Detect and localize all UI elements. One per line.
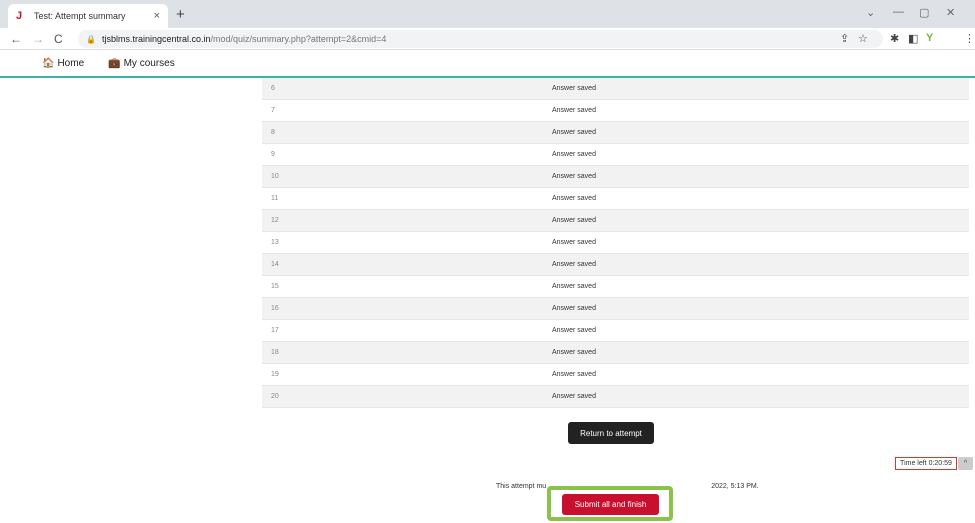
question-number[interactable]: 12	[262, 217, 552, 224]
site-navbar: 🏠 Home 💼 My courses	[0, 50, 975, 78]
table-row: 7 Answer saved	[262, 100, 969, 122]
nav-my-courses-link[interactable]: 💼 My courses	[108, 58, 175, 69]
table-row: 11 Answer saved	[262, 188, 969, 210]
question-status: Answer saved	[552, 305, 596, 312]
maximize-icon[interactable]: ▢	[919, 6, 929, 19]
question-status: Answer saved	[552, 393, 596, 400]
question-number[interactable]: 13	[262, 239, 552, 246]
tab-close-icon[interactable]: ×	[154, 10, 160, 22]
table-row: 6 Answer saved	[262, 78, 969, 100]
site-favicon-icon: J	[16, 10, 23, 22]
url-host: tjsblms.trainingcentral.co.in	[101, 34, 211, 44]
star-icon[interactable]: ☆	[858, 32, 868, 45]
question-number[interactable]: 8	[262, 129, 552, 136]
table-row: 20 Answer saved	[262, 386, 969, 408]
table-row: 8 Answer saved	[262, 122, 969, 144]
question-status: Answer saved	[552, 173, 596, 180]
tab-title: Test: Attempt summary	[34, 11, 126, 21]
forward-arrow-icon[interactable]: →	[32, 32, 44, 46]
extension-y-icon[interactable]: Y	[926, 32, 933, 44]
question-status: Answer saved	[552, 217, 596, 224]
lock-icon: 🔒	[86, 34, 96, 44]
question-status: Answer saved	[552, 261, 596, 268]
table-row: 19 Answer saved	[262, 364, 969, 386]
question-status: Answer saved	[552, 349, 596, 356]
question-number[interactable]: 19	[262, 371, 552, 378]
time-left-badge: Time left 0:20:59	[895, 457, 957, 470]
question-status: Answer saved	[552, 107, 596, 114]
nav-home-label: Home	[57, 57, 85, 69]
table-row: 14 Answer saved	[262, 254, 969, 276]
table-row: 9 Answer saved	[262, 144, 969, 166]
table-row: 18 Answer saved	[262, 342, 969, 364]
minimize-icon[interactable]: —	[893, 6, 904, 18]
question-number[interactable]: 16	[262, 305, 552, 312]
question-status: Answer saved	[552, 327, 596, 334]
question-status: Answer saved	[552, 129, 596, 136]
question-number[interactable]: 10	[262, 173, 552, 180]
briefcase-icon: 💼	[108, 57, 121, 69]
deadline-text-left: This attempt mu	[496, 483, 547, 490]
question-status: Answer saved	[552, 283, 596, 290]
side-panel-icon[interactable]: ◧	[908, 32, 918, 45]
question-number[interactable]: 20	[262, 393, 552, 400]
question-number[interactable]: 7	[262, 107, 552, 114]
browser-menu-icon[interactable]: ⋮	[964, 32, 975, 45]
question-number[interactable]: 11	[262, 195, 552, 202]
address-bar: ← → C 🔒 tjsblms.trainingcentral.co.in/mo…	[0, 28, 975, 50]
new-tab-button[interactable]: +	[176, 6, 185, 23]
nav-home-link[interactable]: 🏠 Home	[42, 58, 84, 69]
table-row: 12 Answer saved	[262, 210, 969, 232]
table-row: 16 Answer saved	[262, 298, 969, 320]
browser-tab-bar: J Test: Attempt summary × + ⌄ — ▢ ✕	[0, 0, 975, 28]
table-row: 13 Answer saved	[262, 232, 969, 254]
home-icon: 🏠	[42, 57, 55, 69]
reload-icon[interactable]: C	[54, 32, 63, 46]
question-number[interactable]: 17	[262, 327, 552, 334]
question-number[interactable]: 6	[262, 85, 552, 92]
url-path: /mod/quiz/summary.php?attempt=2&cmid=4	[210, 34, 387, 44]
timer-toggle-button[interactable]: ^	[958, 457, 973, 470]
question-status: Answer saved	[552, 371, 596, 378]
return-to-attempt-button[interactable]: Return to attempt	[568, 422, 654, 444]
question-status: Answer saved	[552, 85, 596, 92]
question-status: Answer saved	[552, 195, 596, 202]
question-number[interactable]: 18	[262, 349, 552, 356]
tab-search-chevron-icon[interactable]: ⌄	[866, 6, 875, 19]
question-status: Answer saved	[552, 151, 596, 158]
table-row: 17 Answer saved	[262, 320, 969, 342]
close-window-icon[interactable]: ✕	[946, 6, 955, 19]
question-status: Answer saved	[552, 239, 596, 246]
share-icon[interactable]: ⇪	[840, 32, 849, 45]
submit-all-and-finish-button[interactable]: Submit all and finish	[562, 494, 659, 515]
nav-my-courses-label: My courses	[123, 57, 175, 69]
table-row: 10 Answer saved	[262, 166, 969, 188]
back-arrow-icon[interactable]: ←	[10, 32, 22, 46]
attempt-summary-table: 6 Answer saved 7 Answer saved 8 Answer saved 9…	[262, 78, 969, 408]
table-row: 15 Answer saved	[262, 276, 969, 298]
url-input[interactable]: 🔒 tjsblms.trainingcentral.co.in/mod/quiz…	[78, 30, 883, 48]
deadline-text-right: 2022, 5:13 PM.	[711, 483, 759, 490]
extensions-puzzle-icon[interactable]: ✱	[890, 32, 899, 45]
browser-tab[interactable]: J Test: Attempt summary ×	[8, 4, 168, 28]
question-number[interactable]: 15	[262, 283, 552, 290]
question-number[interactable]: 9	[262, 151, 552, 158]
question-number[interactable]: 14	[262, 261, 552, 268]
